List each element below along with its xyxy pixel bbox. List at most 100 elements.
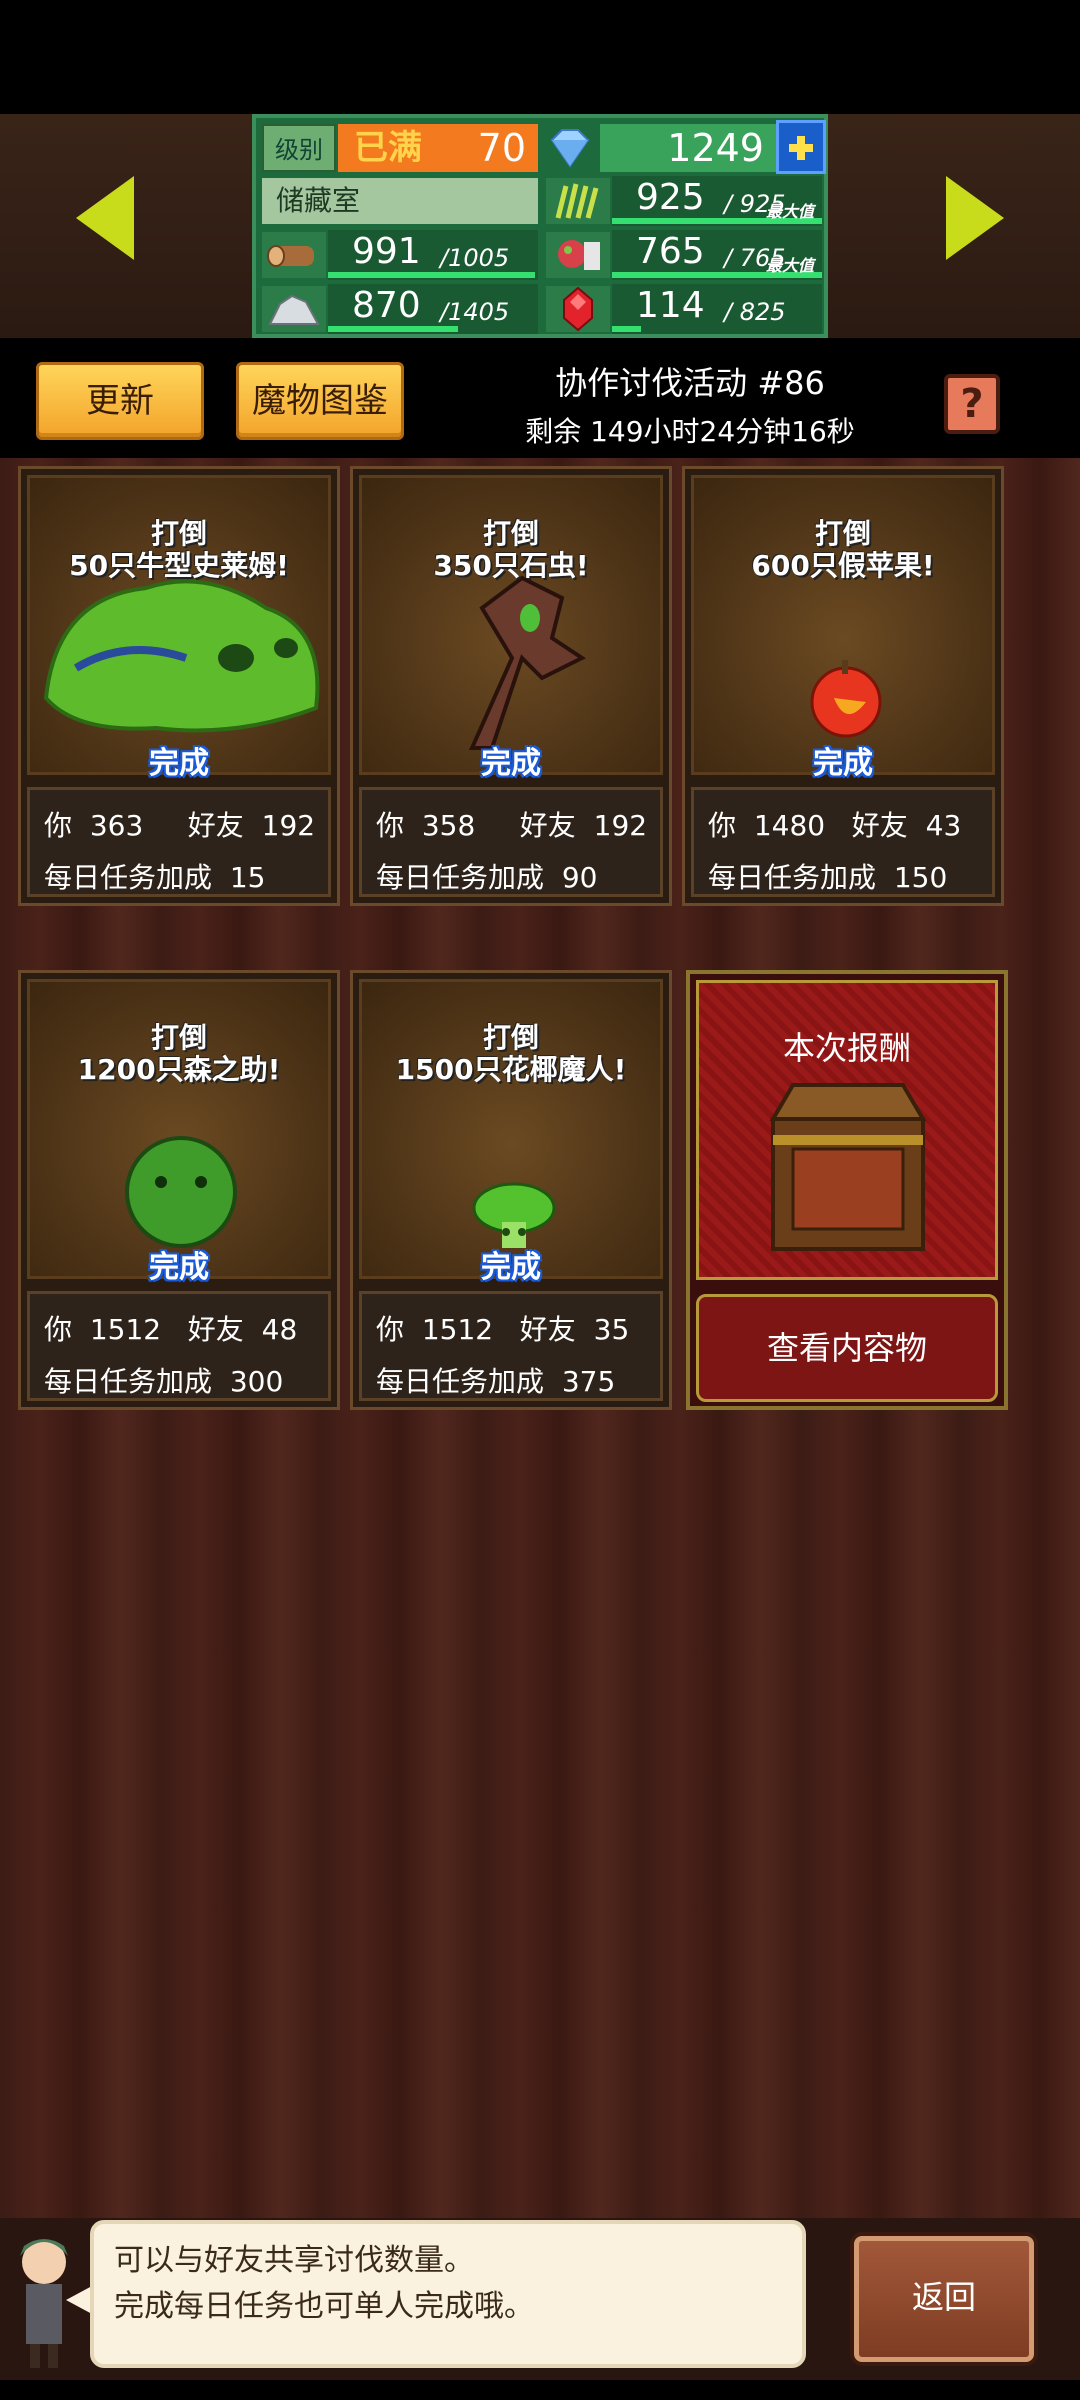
bonus-label: 每日任务加成 [44, 861, 213, 894]
quest-stats: 你 358 好友 192 每日任务加成 90 [359, 787, 663, 897]
ruby-bar [612, 326, 641, 332]
stone-worm-icon [468, 575, 586, 750]
quest-card-image: 打倒 350只石虫! 完成 [359, 475, 663, 781]
bonus-value: 300 [229, 1365, 284, 1398]
stone-bar [328, 326, 458, 332]
resource-ruby: 114 / 825 [546, 284, 826, 334]
treasure-chest-icon [769, 1083, 927, 1251]
next-arrow-button[interactable] [946, 176, 1004, 260]
gem-count: 1249 [600, 124, 780, 172]
tip-line-1: 可以与好友共享讨伐数量。 [114, 2243, 474, 2278]
quest-status: 完成 [149, 746, 209, 781]
you-label: 你 [376, 1313, 405, 1346]
friend-label: 好友 [519, 1313, 576, 1346]
resource-wood: 991/1005 [262, 230, 538, 280]
level-label: 级别 [262, 124, 336, 172]
level-status: 已满 [338, 124, 438, 172]
you-label: 你 [44, 809, 73, 842]
you-label: 你 [44, 1313, 73, 1346]
quest-status: 完成 [481, 1250, 541, 1285]
quest-card-image: 打倒 1500只花椰魔人! 完成 [359, 979, 663, 1285]
quest-title: 打倒 1200只森之助! [77, 1021, 281, 1086]
grass-value: 925 [636, 177, 705, 218]
stone-value: 870 [352, 285, 421, 326]
you-label: 你 [708, 809, 737, 842]
quest-card-image: 打倒 600只假苹果! 完成 [691, 475, 995, 781]
wood-log-icon [262, 232, 326, 278]
quest-title: 打倒 1500只花椰魔人! [395, 1021, 627, 1086]
fake-apple-icon [810, 660, 882, 738]
event-remaining-time: 剩余 149小时24分钟16秒 [525, 415, 855, 448]
bestiary-button[interactable]: 魔物图鉴 [236, 362, 404, 440]
red-gem-icon [546, 286, 610, 332]
resource-panel: 级别 已满 70 1249 储藏室 991/1005 870/1405 925 /… [252, 114, 828, 338]
help-button[interactable]: ? [944, 374, 1000, 434]
you-count: 1512 [421, 1313, 494, 1346]
bonus-value: 90 [561, 861, 598, 894]
friend-count: 192 [593, 809, 648, 842]
resource-food: 765/ 765 最大值 [546, 230, 826, 280]
bonus-value: 150 [893, 861, 948, 894]
bonus-label: 每日任务加成 [376, 861, 545, 894]
friend-count: 35 [593, 1313, 630, 1346]
friend-count: 192 [261, 809, 316, 842]
view-contents-button[interactable]: 查看内容物 [696, 1294, 998, 1402]
ruby-max: / 825 [724, 298, 786, 326]
you-label: 你 [376, 809, 405, 842]
back-button[interactable]: 返回 [854, 2236, 1034, 2362]
friend-label: 好友 [187, 1313, 244, 1346]
quest-status: 完成 [481, 746, 541, 781]
friend-count: 48 [261, 1313, 298, 1346]
bonus-label: 每日任务加成 [708, 861, 877, 894]
storage-label: 储藏室 [262, 178, 538, 224]
stone-icon [262, 286, 326, 332]
forest-bush-icon [125, 1136, 237, 1248]
quest-card-image: 打倒 50只牛型史莱姆! 完成 [27, 475, 331, 781]
update-button[interactable]: 更新 [36, 362, 204, 440]
quest-status: 完成 [813, 746, 873, 781]
tip-speech-bubble: 可以与好友共享讨伐数量。 完成每日任务也可单人完成哦。 [90, 2220, 806, 2368]
friend-label: 好友 [187, 809, 244, 842]
food-value: 765 [636, 231, 705, 272]
quest-card[interactable]: 打倒 600只假苹果! 完成 你 1480 好友 43 每日任务加成 150 [682, 466, 1004, 906]
reward-card[interactable]: 本次报酬 查看内容物 [686, 970, 1008, 1410]
quest-card[interactable]: 打倒 1500只花椰魔人! 完成 你 1512 好友 35 每日任务加成 375 [350, 970, 672, 1410]
bonus-label: 每日任务加成 [376, 1365, 545, 1398]
grass-icon [546, 178, 610, 224]
quest-title: 打倒 50只牛型史莱姆! [69, 517, 289, 582]
quest-stats: 你 1512 好友 48 每日任务加成 300 [27, 1291, 331, 1401]
quest-stats: 你 363 好友 192 每日任务加成 15 [27, 787, 331, 897]
quest-card[interactable]: 打倒 50只牛型史莱姆! 完成 你 363 好友 192 每日任务加成 15 [18, 466, 340, 906]
you-count: 1512 [89, 1313, 162, 1346]
reward-preview: 本次报酬 [696, 980, 998, 1280]
event-title: 协作讨伐活动 #86 [555, 364, 825, 402]
level-value: 70 [438, 124, 538, 172]
quest-card[interactable]: 打倒 1200只森之助! 完成 你 1512 好友 48 每日任务加成 300 [18, 970, 340, 1410]
speech-bubble-tail [66, 2286, 92, 2314]
resource-grass: 925/ 925 最大值 [546, 176, 826, 226]
wood-bar [328, 272, 536, 278]
friend-label: 好友 [519, 809, 576, 842]
you-count: 1480 [753, 809, 826, 842]
reward-title: 本次报酬 [782, 1029, 911, 1067]
quest-title: 打倒 600只假苹果! [751, 517, 935, 582]
friend-count: 43 [925, 809, 962, 842]
grass-max-tag: 最大值 [765, 202, 814, 221]
prev-arrow-button[interactable] [76, 176, 134, 260]
status-bar [0, 0, 1080, 114]
food-max-tag: 最大值 [765, 256, 814, 275]
add-gems-button[interactable] [776, 120, 826, 174]
quest-title: 打倒 350只石虫! [433, 517, 589, 582]
quest-stats: 你 1480 好友 43 每日任务加成 150 [691, 787, 995, 897]
tip-line-2: 完成每日任务也可单人完成哦。 [114, 2289, 534, 2324]
you-count: 363 [89, 809, 144, 842]
bonus-value: 15 [229, 861, 266, 894]
diamond-icon [548, 126, 592, 170]
quest-card[interactable]: 打倒 350只石虫! 完成 你 358 好友 192 每日任务加成 90 [350, 466, 672, 906]
ruby-value: 114 [636, 285, 705, 326]
bonus-label: 每日任务加成 [44, 1365, 213, 1398]
resource-stone: 870/1405 [262, 284, 538, 334]
quest-stats: 你 1512 好友 35 每日任务加成 375 [359, 1291, 663, 1401]
you-count: 358 [421, 809, 476, 842]
quest-status: 完成 [149, 1250, 209, 1285]
